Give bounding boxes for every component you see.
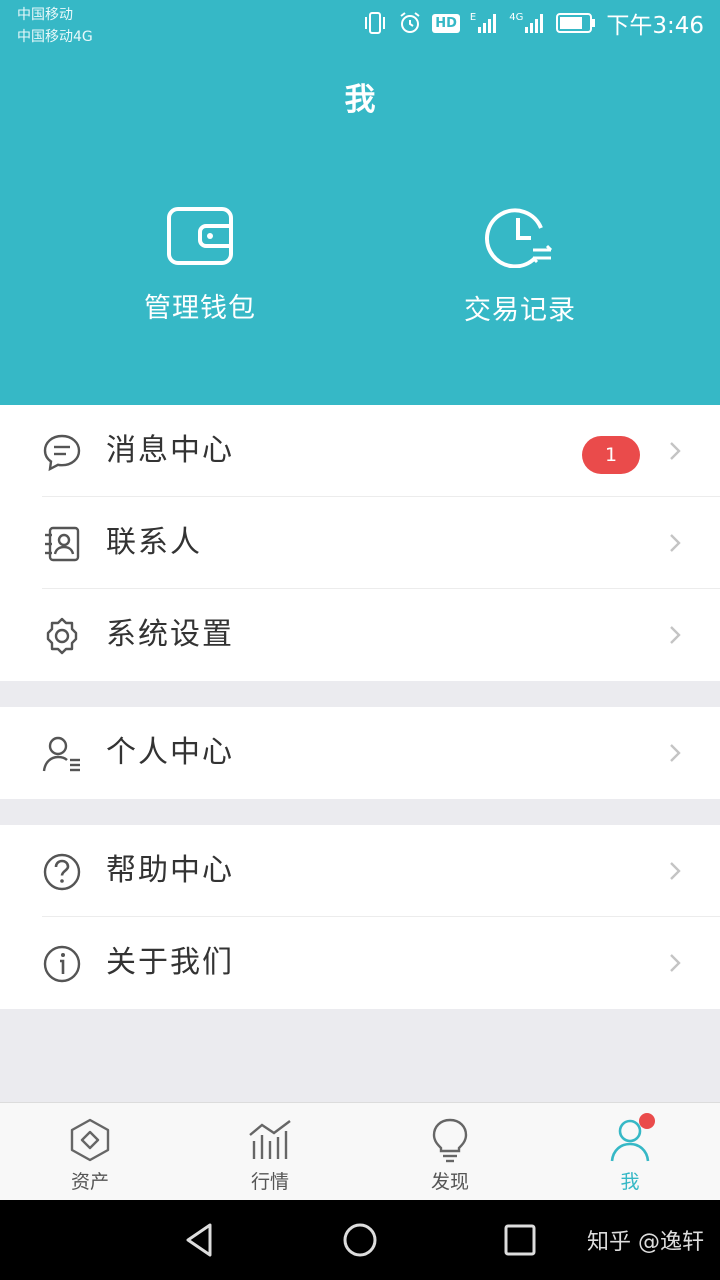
bulb-icon xyxy=(432,1118,468,1163)
menu-group-1: 消息中心 1 联系人 系统设置 xyxy=(0,405,720,681)
manage-wallet-button[interactable]: 管理钱包 xyxy=(80,206,320,325)
alarm-icon xyxy=(400,12,420,33)
market-chart-icon xyxy=(249,1120,291,1159)
back-icon[interactable] xyxy=(180,1220,220,1260)
profile-icon-wrap xyxy=(607,1113,655,1163)
tab-label: 发现 xyxy=(430,1171,469,1193)
tab-label: 行情 xyxy=(250,1171,289,1193)
clock-icon xyxy=(485,208,553,268)
transaction-records-button[interactable]: 交易记录 xyxy=(400,206,640,327)
tab-label: 资产 xyxy=(70,1171,109,1193)
menu-item-label: 个人中心 xyxy=(106,735,234,770)
tab-discover[interactable]: 发现 xyxy=(360,1103,540,1201)
menu-item-personal-center[interactable]: 个人中心 xyxy=(0,707,720,799)
battery-icon xyxy=(556,13,596,33)
vibrate-icon xyxy=(365,12,386,34)
tab-label: 我 xyxy=(620,1171,640,1193)
menu-item-about-us[interactable]: 关于我们 xyxy=(0,917,720,1009)
menu-group-3: 帮助中心 关于我们 xyxy=(0,825,720,1009)
chevron-right-icon xyxy=(670,954,681,972)
menu-item-label: 帮助中心 xyxy=(106,853,234,888)
watermark: 知乎 @逸轩 xyxy=(587,1230,704,1255)
carrier-2: 中国移动4G xyxy=(17,29,93,45)
wallet-icon xyxy=(167,207,233,265)
gear-icon xyxy=(46,617,78,655)
tab-assets[interactable]: 资产 xyxy=(0,1103,180,1201)
menu-item-contacts[interactable]: 联系人 xyxy=(0,497,720,589)
menu-item-label: 关于我们 xyxy=(106,945,234,980)
signal-bars-icon xyxy=(525,14,544,33)
network-e-label: E xyxy=(469,12,477,23)
menu-item-system-settings[interactable]: 系统设置 xyxy=(0,589,720,681)
tab-me[interactable]: 我 xyxy=(540,1103,720,1201)
chevron-right-icon xyxy=(670,744,681,762)
signal-4g: 4G xyxy=(509,12,546,34)
bottom-tab-bar: 资产 行情 发现 我 xyxy=(0,1102,720,1200)
menu-item-label: 联系人 xyxy=(106,525,202,560)
recents-icon[interactable] xyxy=(500,1220,540,1260)
status-time: 下午3:46 xyxy=(606,13,704,39)
hd-badge: HD xyxy=(432,13,460,33)
tab-market[interactable]: 行情 xyxy=(180,1103,360,1201)
status-carrier: 中国移动 中国移动4G xyxy=(17,4,93,48)
assets-icon xyxy=(70,1118,110,1162)
status-icons: HD E 4G 下午3:46 xyxy=(362,8,704,39)
unread-badge: 1 xyxy=(582,436,640,474)
menu-group-2: 个人中心 xyxy=(0,707,720,799)
message-icon xyxy=(43,434,81,472)
chevron-right-icon xyxy=(670,862,681,880)
menu-item-help-center[interactable]: 帮助中心 xyxy=(0,825,720,917)
signal-e: E xyxy=(470,12,499,34)
carrier-1: 中国移动 xyxy=(17,7,73,23)
chevron-right-icon xyxy=(670,534,681,552)
home-icon[interactable] xyxy=(340,1220,380,1260)
header: 中国移动 中国移动4G HD E 4G 下午3:46 我 管理钱包 交易记录 xyxy=(0,0,720,405)
menu-item-label: 消息中心 xyxy=(106,433,234,468)
menu-item-label: 系统设置 xyxy=(106,617,234,652)
system-nav-bar: 知乎 @逸轩 xyxy=(0,1200,720,1280)
chevron-right-icon xyxy=(670,626,681,644)
notification-dot xyxy=(639,1113,655,1129)
contacts-icon xyxy=(45,526,80,562)
chevron-right-icon xyxy=(670,442,681,460)
info-icon xyxy=(43,945,81,983)
page-title: 我 xyxy=(344,82,376,118)
network-4g-label: 4G xyxy=(509,12,524,23)
signal-bars-icon xyxy=(478,14,497,33)
help-icon xyxy=(43,853,81,891)
manage-wallet-label: 管理钱包 xyxy=(144,293,256,324)
person-icon xyxy=(42,736,80,772)
menu-item-message-center[interactable]: 消息中心 1 xyxy=(0,405,720,497)
transaction-records-label: 交易记录 xyxy=(464,295,576,326)
